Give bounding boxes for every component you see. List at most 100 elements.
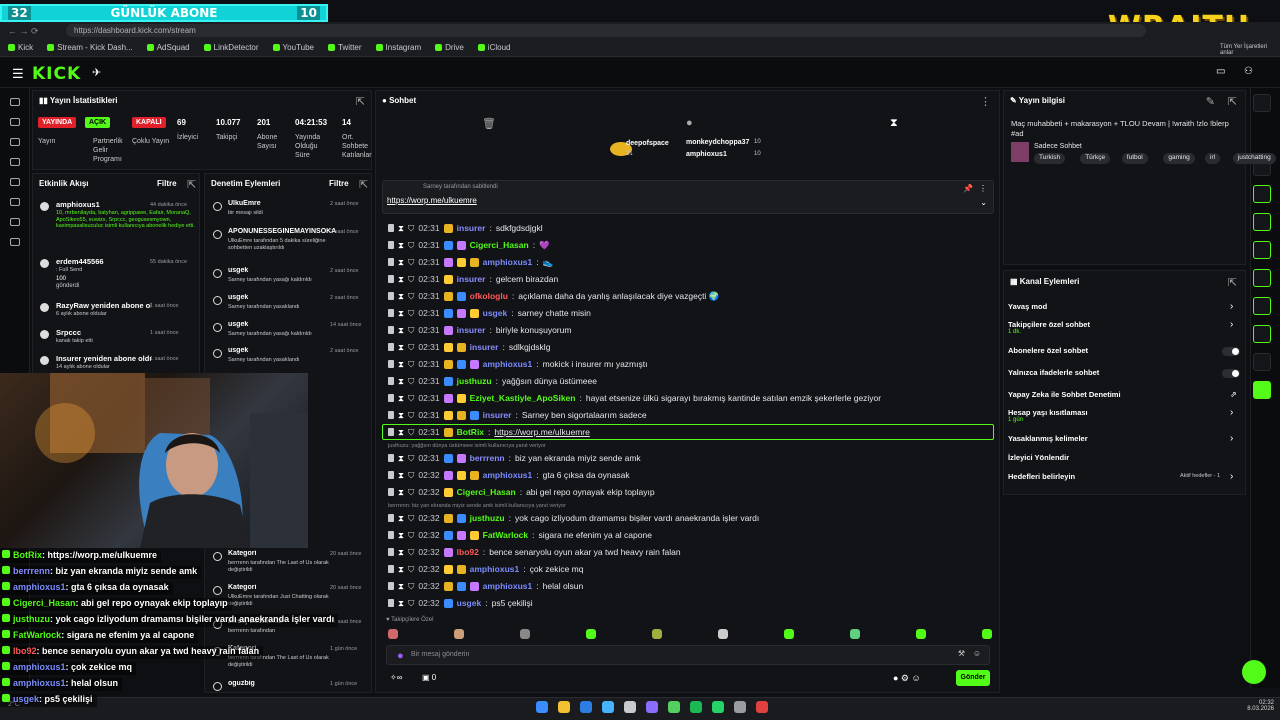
- send-button[interactable]: Gönder: [956, 670, 990, 686]
- timeout-icon[interactable]: ⧗: [398, 342, 404, 353]
- timeout-icon[interactable]: ⧗: [398, 410, 404, 421]
- timeout-icon[interactable]: ⧗: [398, 513, 404, 524]
- chat-message[interactable]: ⧗ ⛉ 02:31 insurer: sdkfgdsdjgkl: [388, 221, 543, 235]
- chat-icon[interactable]: [1253, 241, 1271, 259]
- ban-icon[interactable]: ⛉: [408, 453, 414, 464]
- chat-tools-icon[interactable]: ● ⚙ ☺: [893, 673, 921, 684]
- bookmark-item[interactable]: Instagram: [375, 43, 421, 52]
- emote-icon[interactable]: [520, 629, 530, 639]
- timeout-icon[interactable]: ⧗: [398, 257, 404, 268]
- timeout-icon[interactable]: ⧗: [398, 581, 404, 592]
- delete-icon[interactable]: [388, 275, 394, 283]
- bookmark-item[interactable]: Stream - Kick Dash...: [47, 43, 133, 52]
- kick-logo[interactable]: KICK: [32, 64, 81, 84]
- message-user[interactable]: amphioxus1: [483, 470, 533, 480]
- delete-icon[interactable]: [388, 309, 394, 317]
- ban-icon[interactable]: ⛉: [408, 274, 414, 285]
- timeout-icon[interactable]: ⧗: [398, 274, 404, 285]
- toggle-switch[interactable]: [1222, 347, 1240, 356]
- emote-icon[interactable]: [982, 629, 992, 639]
- chat-message[interactable]: ⧗ ⛉ 02:32 amphioxus1: gta 6 çıksa da oynasak: [388, 468, 630, 482]
- chat-message[interactable]: ⧗ ⛉ 02:31 amphioxus1: mokick i insurer mı ya…: [388, 357, 647, 371]
- chat-message[interactable]: ⧗ ⛉ 02:32 FatWarlock: sigara ne efenim ya al…: [388, 528, 652, 542]
- message-user[interactable]: FatWarlock: [483, 530, 529, 540]
- stream-tag[interactable]: Türkçe: [1080, 153, 1111, 164]
- channel-action-label[interactable]: Yalnızca ifadelerle sohbet: [1008, 368, 1099, 377]
- emote-icon[interactable]: [718, 629, 728, 639]
- message-user[interactable]: justhuzu: [470, 513, 505, 523]
- message-user[interactable]: insurer: [457, 325, 486, 335]
- chat-message[interactable]: ⧗ ⛉ 02:31 berrrenn: biz yan ekranda miyiz se…: [388, 451, 641, 465]
- ban-icon[interactable]: ⛉: [408, 257, 414, 268]
- message-user[interactable]: insurer: [457, 274, 486, 284]
- delete-icon[interactable]: [388, 514, 394, 522]
- nav-arrows-icon[interactable]: ← → ⟳: [8, 26, 39, 37]
- menu-icon[interactable]: ☰: [12, 66, 24, 82]
- external-link-icon[interactable]: ⇗: [1230, 390, 1237, 399]
- message-user[interactable]: berrrenn: [470, 453, 505, 463]
- chat-bubble-icon[interactable]: ●: [686, 117, 693, 129]
- delete-icon[interactable]: [388, 599, 394, 607]
- pinned-link[interactable]: https://worp.me/ulkuemre: [387, 196, 477, 205]
- taskbar-app-icon[interactable]: [602, 701, 614, 713]
- chat-input[interactable]: ● Bir mesaj gönderin ⚒ ☺: [386, 645, 990, 665]
- stream-tag[interactable]: gaming: [1163, 153, 1195, 164]
- mic-icon[interactable]: ●: [397, 650, 404, 662]
- message-user[interactable]: usgek: [483, 308, 508, 318]
- trash-icon[interactable]: 🗑: [482, 117, 496, 130]
- timeout-icon[interactable]: ⧗: [398, 240, 404, 251]
- delete-icon[interactable]: [388, 531, 394, 539]
- message-user[interactable]: lbo92: [457, 547, 479, 557]
- pin-icon[interactable]: 📌: [963, 184, 973, 193]
- emote-icon[interactable]: [850, 629, 860, 639]
- stream-tag[interactable]: Turkish: [1034, 153, 1066, 164]
- ban-icon[interactable]: ⛉: [408, 223, 414, 234]
- activity-filter-button[interactable]: Filtre: [157, 179, 177, 188]
- chat-message[interactable]: ⧗ ⛉ 02:31 Cigerci_Hasan: 💜: [388, 238, 550, 252]
- taskbar-app-icon[interactable]: [690, 701, 702, 713]
- monitor-icon[interactable]: [10, 178, 20, 186]
- channel-action-label[interactable]: Hedefleri belirleyin: [1008, 472, 1075, 481]
- points-icon[interactable]: ✧∞: [390, 673, 402, 682]
- timeout-icon[interactable]: ⧗: [398, 308, 404, 319]
- chat-message[interactable]: ⧗ ⛉ 02:31 ofkologlu: açıklama daha da yanlış…: [388, 289, 719, 303]
- chat-message[interactable]: ⧗ ⛉ 02:32 Cigerci_Hasan: abi gel repo oynaya…: [388, 485, 655, 499]
- delete-icon[interactable]: [388, 360, 394, 368]
- filter-icon[interactable]: ⚒: [958, 649, 965, 658]
- chevron-right-icon[interactable]: ›: [1230, 319, 1233, 330]
- ban-icon[interactable]: ⛉: [408, 308, 414, 319]
- ban-icon[interactable]: ⛉: [408, 427, 414, 438]
- chat-message[interactable]: ⧗ ⛉ 02:32 amphioxus1: çok zekice mq: [388, 562, 583, 576]
- stream-tag[interactable]: justchatting: [1232, 153, 1276, 164]
- taskbar-app-icon[interactable]: [734, 701, 746, 713]
- timeout-icon[interactable]: ⧗: [398, 376, 404, 387]
- channel-action-label[interactable]: Yavaş mod: [1008, 302, 1047, 311]
- chat-message[interactable]: ⧗ ⛉ 02:31 usgek: sarney chatte misin: [388, 306, 591, 320]
- message-user[interactable]: Cigerci_Hasan: [470, 240, 529, 250]
- lightning-icon[interactable]: [1253, 185, 1271, 203]
- channel-action-label[interactable]: Hesap yaşı kısıtlaması: [1008, 408, 1088, 417]
- all-bookmarks[interactable]: Tüm Yer İşaretleri anlar: [1220, 44, 1280, 56]
- delete-icon[interactable]: [388, 454, 394, 462]
- timeout-icon[interactable]: ⧗: [398, 223, 404, 234]
- emote-icon[interactable]: [388, 629, 398, 639]
- stream-title[interactable]: Maç muhabbeti + makarasyon + TLOU Devam …: [1011, 119, 1236, 139]
- message-user[interactable]: amphioxus1: [483, 581, 533, 591]
- message-user[interactable]: insurer: [483, 410, 512, 420]
- stream-tag[interactable]: irl: [1205, 153, 1221, 164]
- message-user[interactable]: amphioxus1: [483, 257, 533, 267]
- taskbar-app-icon[interactable]: [580, 701, 592, 713]
- delete-icon[interactable]: [388, 241, 394, 249]
- message-user[interactable]: insurer: [457, 223, 486, 233]
- file-icon[interactable]: [1253, 213, 1271, 231]
- layout-icon[interactable]: ▭: [1216, 66, 1225, 77]
- ban-icon[interactable]: ⛉: [408, 240, 414, 251]
- timeout-icon[interactable]: ⧗: [398, 453, 404, 464]
- expand-icon[interactable]: ⇱: [359, 178, 368, 191]
- more-icon[interactable]: ⋮: [979, 184, 987, 193]
- top-gifter-name[interactable]: deepofspace: [626, 140, 669, 147]
- emote-icon[interactable]: [586, 629, 596, 639]
- bookmark-item[interactable]: Kick: [8, 43, 33, 52]
- share-icon[interactable]: [1253, 353, 1271, 371]
- message-user[interactable]: Cigerci_Hasan: [457, 487, 516, 497]
